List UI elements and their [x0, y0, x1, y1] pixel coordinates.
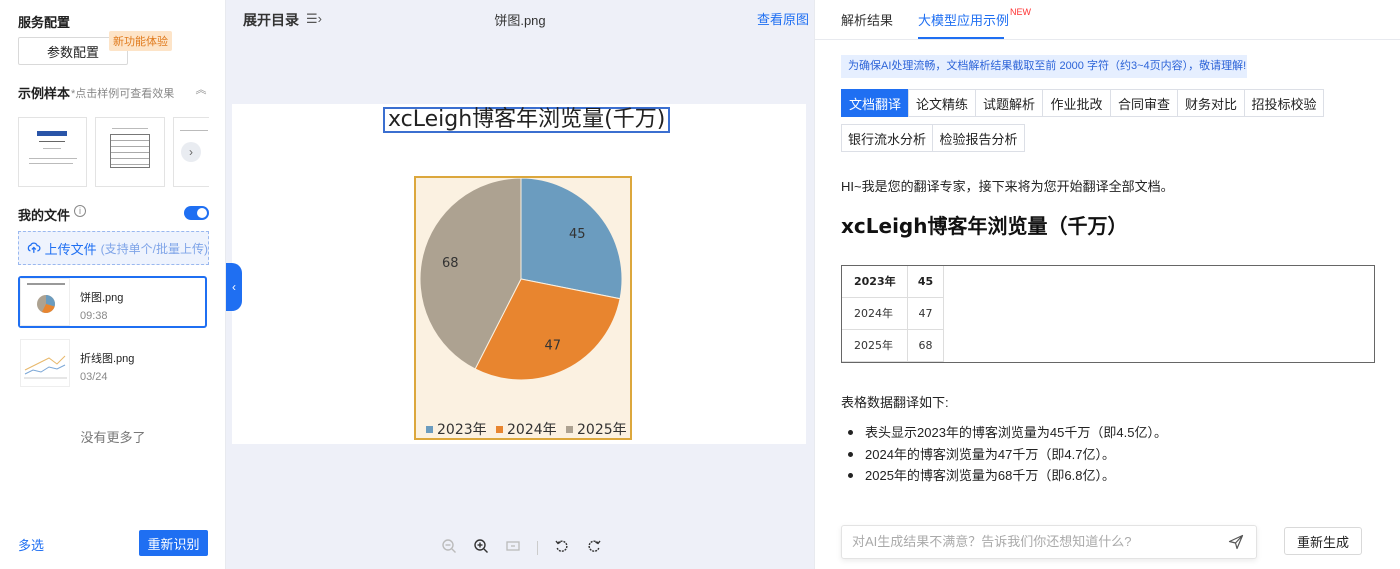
- left-panel: 服务配置 参数配置 新功能体验 示例样本 *点击样例可查看效果 ︽ › 我的文件…: [0, 0, 226, 569]
- file-name: 折线图.png: [80, 353, 135, 365]
- table-row: 2025年 68: [842, 330, 944, 362]
- my-files-title: 我的文件: [18, 208, 71, 223]
- list-item: 表头显示2023年的博客浏览量为45千万（即4.5亿）。: [841, 424, 1167, 446]
- legend-swatch: [496, 426, 503, 433]
- fit-screen-icon[interactable]: [503, 538, 523, 558]
- file-thumbnail: [20, 278, 70, 326]
- table-row: 2023年 45: [842, 266, 944, 298]
- func-homework-grading[interactable]: 作业批改: [1042, 89, 1111, 117]
- chevron-up-icon[interactable]: ︽: [194, 83, 208, 97]
- preview-panel: 展开目录 ☰› 饼图.png 查看原图 xcLeigh博客年浏览量(千万) 45…: [226, 0, 814, 569]
- sample-thumbnail-1[interactable]: [18, 117, 87, 187]
- zoom-toolbar: [439, 538, 604, 558]
- tabs-divider: [815, 39, 1400, 40]
- func-question-analysis[interactable]: 试题解析: [975, 89, 1043, 117]
- multi-select-link[interactable]: 多选: [18, 535, 44, 554]
- zoom-out-icon[interactable]: [439, 538, 459, 558]
- feedback-placeholder: 对AI生成结果不满意？告诉我们你还想知道什么?: [852, 534, 1132, 549]
- file-item-pie-chart[interactable]: 饼图.png 09:38: [18, 276, 207, 328]
- pie-chart: 45 47 68 2023年 2024年 2025年: [414, 176, 632, 440]
- collapse-panel-handle[interactable]: ‹: [226, 263, 242, 311]
- table-cell-value: 47: [908, 298, 944, 330]
- translation-label: 表格数据翻译如下:: [841, 395, 949, 410]
- toolbar-divider: [537, 541, 538, 555]
- file-name: 饼图.png: [80, 292, 124, 304]
- func-bank-statement[interactable]: 银行流水分析: [841, 124, 933, 152]
- tab-llm-examples[interactable]: 大模型应用示例: [918, 10, 1009, 29]
- samples-title: 示例样本: [18, 86, 71, 101]
- upload-hint: (支持单个/批量上传): [100, 241, 208, 256]
- legend-label: 2025年: [577, 422, 627, 438]
- new-tag: NEW: [1010, 7, 1031, 17]
- pie-data-label: 68: [442, 256, 459, 271]
- list-item: 2025年的博客浏览量为68千万（即6.8亿）。: [841, 467, 1167, 489]
- file-time: 03/24: [80, 371, 108, 383]
- func-inspection-report[interactable]: 检验报告分析: [932, 124, 1025, 152]
- legend-swatch: [566, 426, 573, 433]
- legend-swatch: [426, 426, 433, 433]
- file-time: 09:38: [80, 310, 108, 322]
- rotate-left-icon[interactable]: [552, 538, 572, 558]
- result-panel: 解析结果 大模型应用示例 NEW 为确保AI处理流畅，文档解析结果截取至前 20…: [814, 0, 1400, 569]
- legend-item: 2023年: [426, 422, 487, 438]
- document-title: xcLeigh博客年浏览量（千万）: [841, 214, 1128, 238]
- table-row: 2024年 47: [842, 298, 944, 330]
- func-doc-translate[interactable]: 文档翻译: [841, 89, 909, 117]
- view-original-link[interactable]: 查看原图: [757, 9, 809, 28]
- re-recognize-button[interactable]: 重新识别: [139, 530, 208, 556]
- feedback-input[interactable]: 对AI生成结果不满意？告诉我们你还想知道什么?: [841, 525, 1257, 559]
- preview-filename: 饼图.png: [494, 13, 546, 28]
- pie-data-label: 45: [569, 227, 586, 242]
- rotate-right-icon[interactable]: [584, 538, 604, 558]
- list-icon[interactable]: ☰›: [306, 11, 322, 27]
- pie-chart-svg: 45 47 68 2023年 2024年 2025年: [419, 178, 627, 438]
- table-cell-year: 2024年: [842, 298, 908, 330]
- pie-data-label: 47: [544, 338, 561, 353]
- no-more-text: 没有更多了: [80, 430, 146, 445]
- new-feature-badge: 新功能体验: [109, 31, 172, 51]
- table-cell-year: 2025年: [842, 330, 908, 362]
- send-icon[interactable]: [1228, 534, 1244, 550]
- legend-label: 2024年: [507, 422, 557, 438]
- func-contract-review[interactable]: 合同审查: [1110, 89, 1178, 117]
- assistant-greeting: HI~我是您的翻译专家，接下来将为您开始翻译全部文档。: [841, 179, 1174, 194]
- info-icon[interactable]: i: [74, 205, 86, 217]
- image-canvas: xcLeigh博客年浏览量(千万) 45 47 68 2023年 2024年 2025年: [232, 104, 806, 444]
- legend-item: 2024年: [496, 422, 557, 438]
- upload-label: 上传文件: [44, 241, 97, 257]
- func-bid-check[interactable]: 招投标校验: [1244, 89, 1324, 117]
- upload-file-button[interactable]: 上传文件 (支持单个/批量上传): [18, 231, 209, 265]
- expand-toc-button[interactable]: 展开目录: [243, 10, 299, 30]
- table-cell-value: 45: [908, 266, 944, 298]
- zoom-in-icon[interactable]: [471, 538, 491, 558]
- func-finance-compare[interactable]: 财务对比: [1177, 89, 1245, 117]
- sample-thumbnail-2[interactable]: [95, 117, 165, 187]
- data-table: 2023年 45 2024年 47 2025年 68: [841, 265, 1375, 363]
- file-item-line-chart[interactable]: 折线图.png 03/24: [20, 339, 209, 391]
- legend-label: 2023年: [437, 422, 487, 438]
- chevron-right-icon[interactable]: ›: [181, 142, 201, 162]
- list-item: 2024年的博客浏览量为47千万（即4.7亿）。: [841, 446, 1167, 468]
- my-files-toggle[interactable]: [184, 206, 209, 220]
- file-thumbnail: [20, 339, 70, 387]
- service-config-title: 服务配置: [18, 15, 71, 30]
- func-paper-refine[interactable]: 论文精练: [908, 89, 976, 117]
- samples-hint: *点击样例可查看效果: [71, 88, 175, 100]
- table-cell-year: 2023年: [842, 266, 908, 298]
- table-cell-value: 68: [908, 330, 944, 362]
- legend-item: 2025年: [566, 422, 627, 438]
- translation-list: 表头显示2023年的博客浏览量为45千万（即4.5亿）。 2024年的博客浏览量…: [841, 424, 1167, 489]
- chart-title: xcLeigh博客年浏览量(千万): [383, 107, 671, 133]
- regenerate-button[interactable]: 重新生成: [1284, 527, 1362, 555]
- truncation-notice: 为确保AI处理流畅，文档解析结果截取至前 2000 字符（约3~4页内容），敬请…: [841, 55, 1247, 78]
- cloud-upload-icon: [27, 242, 41, 253]
- tab-parse-result[interactable]: 解析结果: [841, 10, 893, 29]
